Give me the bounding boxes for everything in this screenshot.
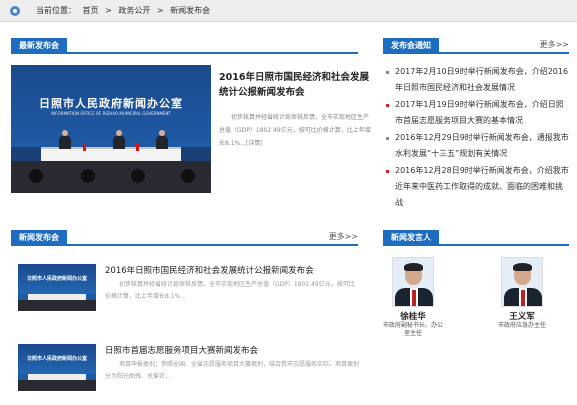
audience-head: [81, 169, 95, 183]
backdrop-org-english: INFORMATION OFFICE OF RIZHAO MUNICIPAL G…: [51, 111, 171, 116]
breadcrumb-separator: >: [156, 6, 164, 15]
notice-text: 2017年2月10日9时举行新闻发布会，介绍2016年日照市国民经济和社会发展情…: [395, 67, 569, 92]
spokesperson-role: 市政府应急办主任: [497, 322, 546, 329]
backdrop-org-name: 日照市人民政府新闻办公室: [39, 97, 183, 110]
speaker-figure: [113, 130, 125, 149]
audience-area: [18, 380, 96, 391]
notices-title: 发布会通知: [383, 38, 439, 54]
avatar-hair: [404, 263, 423, 271]
news-thumbnail[interactable]: 日照市人民政府新闻办公室: [18, 264, 96, 311]
featured-press-summary: 初步核算并经省统计局审核反馈，全市实现地区生产总值（GDP）1802.49亿元，…: [219, 114, 371, 147]
avatar-hair: [513, 263, 532, 271]
news-press-header: 新闻发布会 更多>>: [11, 230, 358, 246]
list-item[interactable]: 日照市人民政府新闻办公室 2016年日照市国民经济和社会发展统计公报新闻发布会 …: [18, 264, 358, 314]
thumbnail-caption: 日照市人民政府新闻办公室: [26, 356, 87, 362]
latest-press-header: 最新发布会: [11, 38, 358, 54]
speaker-figure: [156, 130, 168, 149]
spokesperson-name: 王义军: [509, 312, 535, 322]
news-summary: 项目申报类别：参照全国、全省志愿服务项目大赛类别，结合我市志愿服务实际，项目类别…: [105, 361, 360, 380]
breadcrumb-label: 当前位置：: [36, 6, 76, 15]
location-icon: [10, 6, 20, 16]
news-more-link[interactable]: 更多>>: [329, 230, 358, 244]
latest-press-title: 最新发布会: [11, 38, 67, 54]
notice-text: 2017年1月19日9时举行新闻发布会，介绍日照市首届志愿服务项目大赛的基本情况: [395, 100, 564, 125]
notice-text: 2016年12月28日9时举行新闻发布会，介绍我市近年来中医药工作取得的成就、面…: [395, 166, 569, 207]
notice-item[interactable]: 2017年1月19日9时举行新闻发布会，介绍日照市首届志愿服务项目大赛的基本情况: [384, 97, 569, 129]
bullet-icon: [386, 104, 389, 107]
spokespersons-header: 新闻发言人: [383, 230, 569, 246]
breadcrumb-current: 新闻发布会: [170, 6, 211, 15]
bullet-icon: [386, 170, 389, 173]
thumbnail-caption: 日照市人民政府新闻办公室: [26, 276, 87, 282]
breadcrumb: 当前位置： 首页 > 政务公开 > 新闻发布会: [36, 0, 214, 22]
avatar-tie: [412, 290, 416, 306]
featured-press-image[interactable]: 日照市人民政府新闻办公室 INFORMATION OFFICE OF RIZHA…: [11, 65, 211, 193]
news-title[interactable]: 2016年日照市国民经济和社会发展统计公报新闻发布会: [105, 264, 360, 278]
spokesperson-card[interactable]: 徐桂华 市政府副秘书长、办公室主任: [383, 257, 443, 338]
featured-press-title[interactable]: 2016年日照市国民经济和社会发展统计公报新闻发布会: [219, 70, 369, 100]
list-item[interactable]: 日照市人民政府新闻办公室 日照市首届志愿服务项目大赛新闻发布会 项目申报类别：参…: [18, 344, 360, 394]
bullet-icon: [386, 137, 389, 140]
news-press-title: 新闻发布会: [11, 230, 67, 246]
avatar-tie: [521, 290, 525, 306]
bullet-icon: [386, 71, 389, 74]
breadcrumb-bar: 当前位置： 首页 > 政务公开 > 新闻发布会: [0, 0, 577, 22]
news-thumbnail[interactable]: 日照市人民政府新闻办公室: [18, 344, 96, 391]
breadcrumb-separator: >: [105, 6, 112, 15]
audience-head: [181, 169, 195, 183]
breadcrumb-home-link[interactable]: 首页: [83, 6, 99, 15]
notice-item[interactable]: 2016年12月29日9时举行新闻发布会，通报我市水利发展“十三五”规划有关情况: [384, 130, 569, 162]
notice-item[interactable]: 2017年2月10日9时举行新闻发布会，介绍2016年日照市国民经济和社会发展情…: [384, 64, 569, 96]
flag-decor: [83, 143, 86, 151]
spokespersons-title: 新闻发言人: [383, 230, 439, 246]
speaker-figure: [59, 130, 71, 149]
notices-header: 发布会通知 更多>>: [383, 38, 569, 54]
notices-list: 2017年2月10日9时举行新闻发布会，介绍2016年日照市国民经济和社会发展情…: [384, 64, 569, 212]
notices-more-link[interactable]: 更多>>: [540, 38, 569, 52]
audience-head: [131, 169, 145, 183]
flag-decor: [136, 143, 139, 151]
notice-item[interactable]: 2016年12月28日9时举行新闻发布会，介绍我市近年来中医药工作取得的成就、面…: [384, 163, 569, 211]
spokesperson-card[interactable]: 王义军 市政府应急办主任: [492, 257, 552, 330]
news-title[interactable]: 日照市首届志愿服务项目大赛新闻发布会: [105, 344, 360, 358]
notice-text: 2016年12月29日9时举行新闻发布会，通报我市水利发展“十三五”规划有关情况: [395, 133, 569, 158]
avatar[interactable]: [501, 257, 543, 307]
news-summary: 初步核算并经省统计局审核反馈，全市实现地区生产总值（GDP）1802.49亿元，…: [105, 281, 355, 300]
spokesperson-name: 徐桂华: [400, 312, 426, 322]
audience-head: [29, 169, 43, 183]
audience-area: [18, 300, 96, 311]
press-desk: [41, 147, 181, 161]
spokesperson-role: 市政府副秘书长、办公室主任: [383, 322, 444, 337]
breadcrumb-gov-affairs-link[interactable]: 政务公开: [118, 6, 150, 15]
avatar[interactable]: [392, 257, 434, 307]
